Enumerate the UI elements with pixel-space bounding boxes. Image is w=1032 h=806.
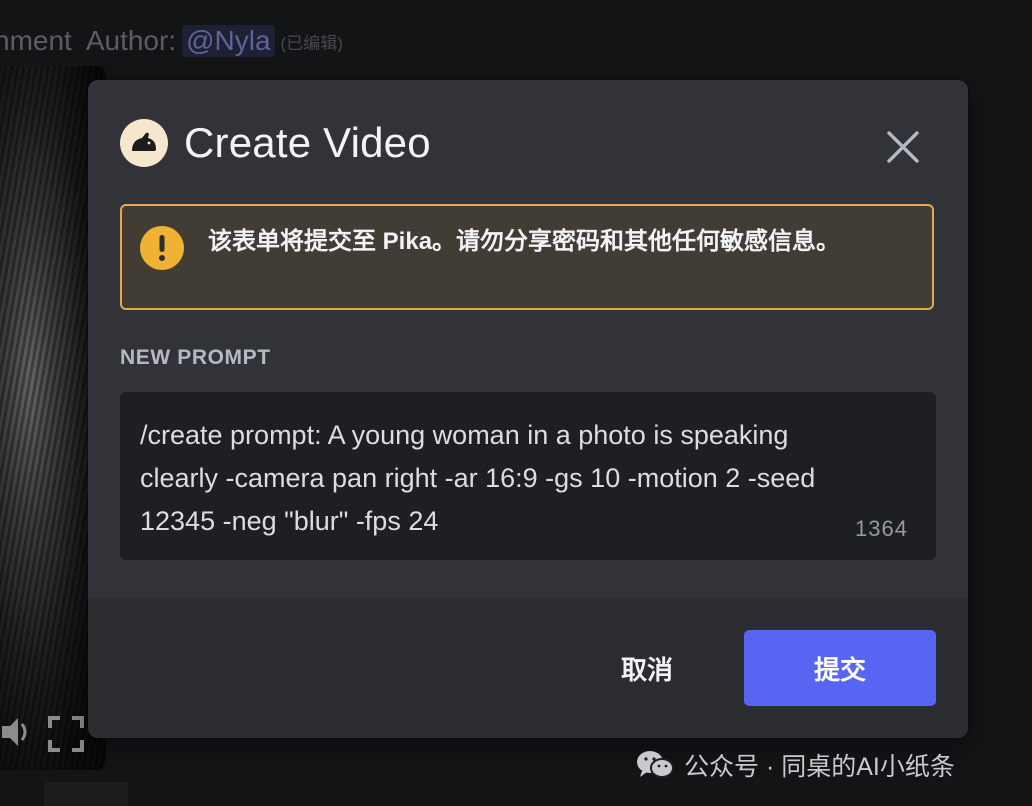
modal-footer: 取消 提交 <box>88 598 968 738</box>
close-icon <box>887 131 919 163</box>
wechat-icon <box>637 751 674 778</box>
warning-text: 该表单将提交至 Pika。请勿分享密码和其他任何敏感信息。 <box>208 228 841 255</box>
create-video-modal: Create Video 该表单将提交至 Pika。请勿分享密码和其他任何敏感信… <box>88 80 968 738</box>
cancel-button[interactable]: 取消 <box>592 630 702 706</box>
modal-title: Create Video <box>184 119 431 166</box>
watermark: 公众号 · 同桌的AI小纸条 <box>636 746 955 784</box>
exclamation-icon <box>140 226 184 270</box>
watermark-text: 公众号 · 同桌的AI小纸条 <box>684 753 955 781</box>
prompt-input[interactable]: /create prompt: A young woman in a photo… <box>120 392 936 560</box>
prompt-input-value[interactable]: /create prompt: A young woman in a photo… <box>140 414 840 543</box>
remaining-char-count: 1364 <box>855 516 908 541</box>
prompt-field-label: NEW PROMPT <box>120 346 271 369</box>
screen: hment Author: @Nyla (已编辑) Create Video 该… <box>0 0 1032 806</box>
close-button[interactable] <box>880 124 926 170</box>
modal-header: Create Video <box>120 118 431 168</box>
submit-button[interactable]: 提交 <box>744 630 936 706</box>
pika-rabbit-icon <box>120 119 168 167</box>
warning-banner: 该表单将提交至 Pika。请勿分享密码和其他任何敏感信息。 <box>120 204 934 310</box>
